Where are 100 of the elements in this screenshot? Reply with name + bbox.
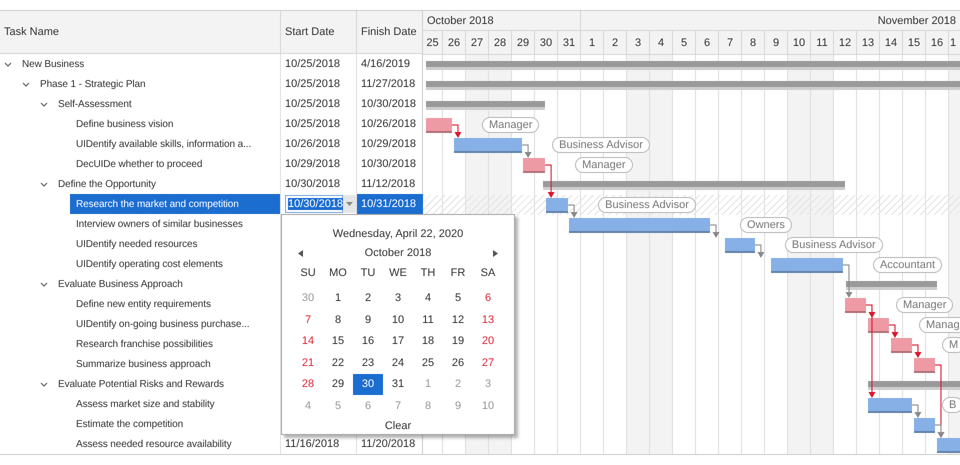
dropdown-button[interactable] xyxy=(343,195,356,213)
connector-arrow xyxy=(522,144,532,158)
calendar-day[interactable]: 20 xyxy=(473,330,503,352)
task-bar[interactable] xyxy=(426,118,452,133)
task-name[interactable]: Research the market and competition xyxy=(70,194,280,214)
task-name[interactable]: Interview owners of similar businesses xyxy=(70,214,280,234)
task-bar[interactable] xyxy=(523,158,546,173)
calendar-day[interactable]: 17 xyxy=(383,330,413,352)
calendar-day[interactable]: 16 xyxy=(353,330,383,352)
summary-bar[interactable] xyxy=(426,81,960,90)
calendar-day[interactable]: 28 xyxy=(293,374,323,395)
clear-button[interactable]: Clear xyxy=(378,418,418,434)
task-name[interactable]: Assess market size and stability xyxy=(70,394,280,414)
calendar-day[interactable]: 3 xyxy=(383,288,413,309)
chevron-down-icon[interactable] xyxy=(40,102,48,106)
date-cell: 10/29/2018 xyxy=(285,158,340,170)
task-bar[interactable] xyxy=(546,198,568,213)
task-bar[interactable] xyxy=(868,398,912,413)
calendar-day[interactable]: 8 xyxy=(323,309,353,330)
day-header: 31 xyxy=(558,31,581,54)
task-bar[interactable] xyxy=(914,418,935,433)
summary-bar[interactable] xyxy=(846,281,938,290)
today-label[interactable]: Wednesday, April 22, 2020 xyxy=(332,225,464,243)
day-header: 4 xyxy=(650,31,673,54)
date-input-field[interactable]: 10/30/2018 xyxy=(285,195,343,213)
task-name[interactable]: Evaluate Potential Risks and Rewards xyxy=(52,374,280,394)
calendar-day[interactable]: 30 xyxy=(353,374,383,395)
date-cell: 11/27/2018 xyxy=(361,78,416,90)
task-name[interactable]: Define business vision xyxy=(70,114,280,134)
previous-month-icon[interactable] xyxy=(298,250,303,256)
task-bar[interactable] xyxy=(770,258,843,273)
calendar-day[interactable]: 15 xyxy=(323,330,353,352)
calendar-day[interactable]: 14 xyxy=(293,330,323,352)
summary-bar[interactable] xyxy=(426,101,545,110)
calendar-day[interactable]: 9 xyxy=(353,309,383,330)
calendar-day[interactable]: 10 xyxy=(383,309,413,330)
task-bar[interactable] xyxy=(914,358,935,373)
task-name[interactable]: Assess needed resource availability xyxy=(70,434,280,454)
chevron-down-icon[interactable] xyxy=(22,82,30,86)
task-name[interactable]: DecUIDe whether to proceed xyxy=(70,154,280,174)
chevron-down-icon[interactable] xyxy=(4,62,12,66)
task-name[interactable]: Define new entity requirements xyxy=(70,294,280,314)
day-header: 7 xyxy=(719,31,742,54)
calendar-day[interactable]: 13 xyxy=(473,309,503,330)
date-cell: 10/30/2018 xyxy=(285,178,340,190)
calendar-day[interactable]: 19 xyxy=(443,330,473,352)
resource-label: Owners xyxy=(740,217,792,233)
calendar-day[interactable]: 6 xyxy=(473,288,503,309)
task-name[interactable]: Estimate the competition xyxy=(70,414,280,434)
day-header: 26 xyxy=(443,31,466,54)
next-month-icon[interactable] xyxy=(493,250,498,256)
column-header[interactable]: Finish Date xyxy=(357,11,423,53)
summary-bar[interactable] xyxy=(426,61,960,70)
task-name[interactable]: New Business xyxy=(16,54,280,74)
chevron-down-icon[interactable] xyxy=(40,282,48,286)
task-bar[interactable] xyxy=(454,138,522,153)
calendar-day[interactable]: 29 xyxy=(323,374,353,395)
chevron-down-icon[interactable] xyxy=(40,182,48,186)
calendar-day[interactable]: 21 xyxy=(293,352,323,374)
chevron-down-icon[interactable] xyxy=(40,382,48,386)
calendar-day[interactable]: 11 xyxy=(413,309,443,330)
calendar-day[interactable]: 31 xyxy=(383,374,413,395)
calendar-day[interactable]: 2 xyxy=(353,288,383,309)
calendar-day[interactable]: 27 xyxy=(473,352,503,374)
resource-label: Business Advisor xyxy=(784,237,883,253)
task-bar[interactable] xyxy=(868,318,889,333)
resource-label: Manag xyxy=(918,317,960,333)
calendar-day[interactable]: 1 xyxy=(323,288,353,309)
calendar-day[interactable]: 5 xyxy=(443,288,473,309)
task-name[interactable]: UIDentify on-going business purchase... xyxy=(70,314,280,334)
connector-arrow xyxy=(888,324,898,338)
calendar-day[interactable]: 4 xyxy=(413,288,443,309)
task-name[interactable]: UIDentify operating cost elements xyxy=(70,254,280,274)
summary-bar[interactable] xyxy=(868,381,960,390)
weekday-label: TU xyxy=(360,266,376,281)
summary-bar[interactable] xyxy=(543,181,846,190)
task-name[interactable]: Summarize business approach xyxy=(70,354,280,374)
calendar-day[interactable]: 18 xyxy=(413,330,443,352)
day-header: 3 xyxy=(627,31,650,54)
task-name[interactable]: Phase 1 - Strategic Plan xyxy=(34,74,280,94)
task-name[interactable]: Research franchise possibilities xyxy=(70,334,280,354)
task-name[interactable]: UIDentify needed resources xyxy=(70,234,280,254)
task-bar[interactable] xyxy=(891,338,912,353)
column-header[interactable]: Start Date xyxy=(281,11,357,53)
task-name[interactable]: UIDentify available skills, information a... xyxy=(70,134,280,154)
calendar-day[interactable]: 23 xyxy=(353,352,383,374)
column-header[interactable]: Task Name xyxy=(0,11,281,53)
task-name[interactable]: Evaluate Business Approach xyxy=(52,274,280,294)
task-name[interactable]: Define the Opportunity xyxy=(52,174,280,194)
calendar-day[interactable]: 26 xyxy=(443,352,473,374)
task-bar[interactable] xyxy=(724,238,755,253)
task-name[interactable]: Self-Assessment xyxy=(52,94,280,114)
calendar-day[interactable]: 24 xyxy=(383,352,413,374)
calendar-day[interactable]: 22 xyxy=(323,352,353,374)
calendar-day[interactable]: 12 xyxy=(443,309,473,330)
calendar-day[interactable]: 25 xyxy=(413,352,443,374)
task-bar[interactable] xyxy=(569,218,710,233)
task-bar[interactable] xyxy=(845,298,866,313)
calendar-day[interactable]: 7 xyxy=(293,309,323,330)
day-header: 11 xyxy=(811,31,834,54)
